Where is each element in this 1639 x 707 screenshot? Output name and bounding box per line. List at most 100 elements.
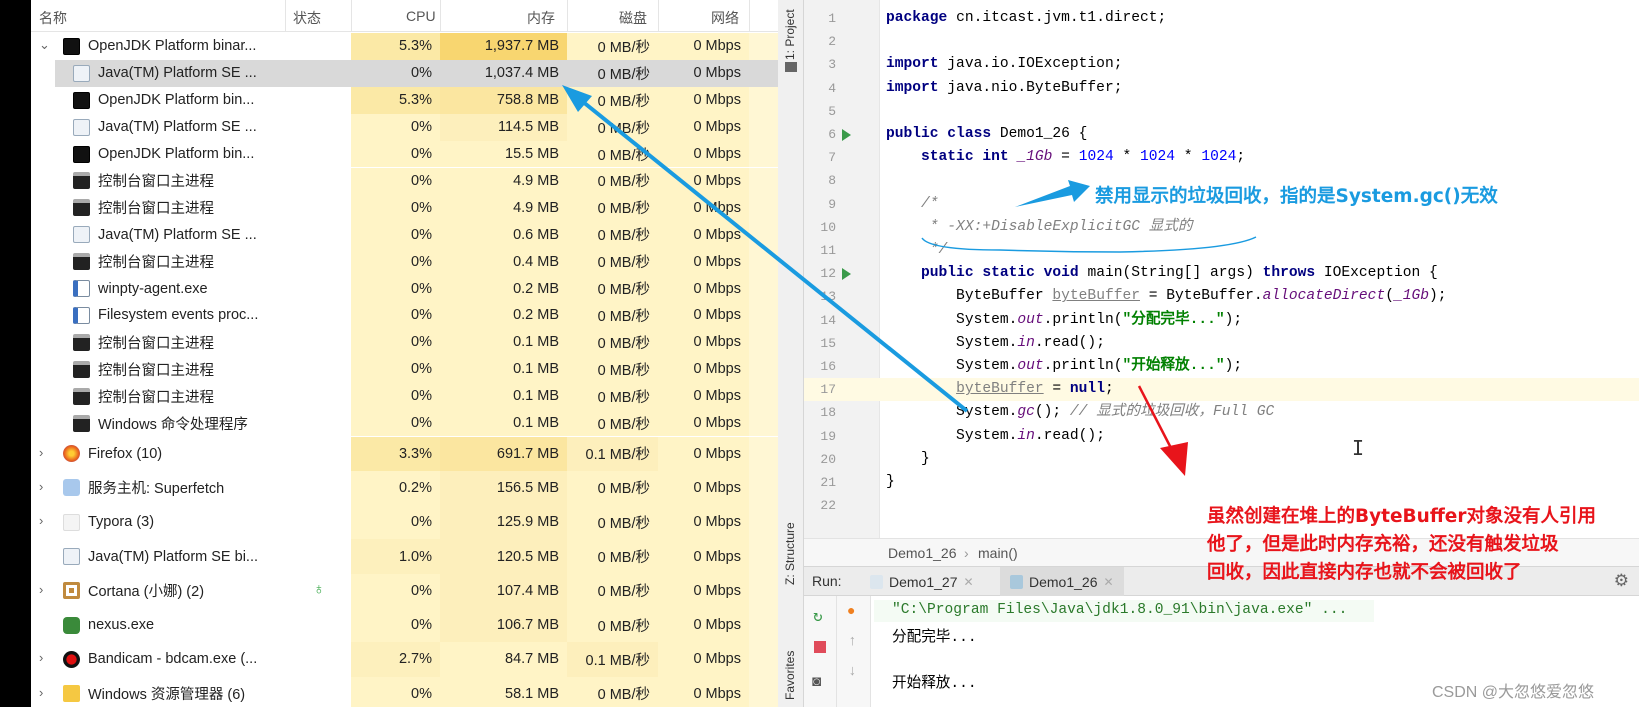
header-memory[interactable]: 内存 bbox=[527, 8, 555, 28]
chevron-right-icon[interactable]: › bbox=[39, 445, 43, 460]
header-network[interactable]: 网络 bbox=[711, 8, 739, 28]
code-line[interactable]: 19 System.in.read(); bbox=[804, 425, 1639, 448]
code-line[interactable]: 2 bbox=[804, 30, 1639, 53]
code-line[interactable]: 12 public static void main(String[] args… bbox=[804, 262, 1639, 285]
network-cell: 0 Mbps bbox=[693, 280, 741, 297]
line-number: 8 bbox=[828, 173, 836, 189]
code-line[interactable]: 7 static int _1Gb = 1024 * 1024 * 1024; bbox=[804, 146, 1639, 169]
code-line[interactable]: 18 System.gc(); // 显式的垃圾回收，Full GC bbox=[804, 401, 1639, 424]
code-line[interactable]: 13 ByteBuffer byteBuffer = ByteBuffer.al… bbox=[804, 285, 1639, 308]
code-line[interactable]: 21} bbox=[804, 471, 1639, 494]
process-row[interactable]: › Cortana (小娜) (2) ♁ 0% 107.4 MB 0 MB/秒 0 M… bbox=[31, 573, 778, 608]
process-row[interactable]: Java(TM) Platform SE bi... 1.0% 120.5 MB … bbox=[31, 539, 778, 574]
process-row[interactable]: 控制台窗口主进程 0% 0.1 MB 0 MB/秒 0 Mbps bbox=[31, 328, 778, 356]
chevron-right-icon[interactable]: › bbox=[39, 513, 43, 528]
favorites-tool-button[interactable]: Favorites bbox=[783, 651, 797, 700]
project-tool-button[interactable]: 1: Project bbox=[783, 9, 797, 60]
disk-cell: 0.1 MB/秒 bbox=[585, 652, 650, 669]
memory-cell: 125.9 MB bbox=[496, 514, 559, 531]
debug-icon[interactable]: ● bbox=[847, 604, 855, 620]
process-row[interactable]: winpty-agent.exe 0% 0.2 MB 0 MB/秒 0 Mbps bbox=[31, 275, 778, 302]
process-name: Windows 资源管理器 (6) bbox=[88, 687, 246, 704]
process-row[interactable]: OpenJDK Platform bin... 0% 15.5 MB 0 MB/秒… bbox=[31, 140, 778, 168]
cpu-cell: 0% bbox=[411, 65, 432, 82]
process-row[interactable]: › Typora (3) 0% 125.9 MB 0 MB/秒 0 Mbps bbox=[31, 505, 778, 540]
process-row[interactable]: OpenJDK Platform bin... 5.3% 758.8 MB 0 M… bbox=[31, 86, 778, 114]
run-gutter-icon[interactable] bbox=[842, 268, 851, 281]
disk-cell: 0 MB/秒 bbox=[597, 389, 650, 406]
code-line[interactable]: 16 System.out.println("开始释放..."); bbox=[804, 355, 1639, 378]
close-icon[interactable]: ✕ bbox=[1104, 575, 1114, 589]
code-token: "分配完毕..." bbox=[1122, 311, 1225, 328]
code-line[interactable]: 11 */ bbox=[804, 239, 1639, 262]
code-token: in bbox=[1017, 427, 1035, 444]
process-row[interactable]: nexus.exe 0% 106.7 MB 0 MB/秒 0 Mbps bbox=[31, 608, 778, 643]
process-name: OpenJDK Platform binar... bbox=[88, 38, 257, 55]
code-line[interactable]: 17 byteBuffer = null; bbox=[804, 378, 1639, 402]
process-row[interactable]: 控制台窗口主进程 0% 0.4 MB 0 MB/秒 0 Mbps bbox=[31, 248, 778, 276]
process-row[interactable]: Filesystem events proc... 0% 0.2 MB 0 MB/… bbox=[31, 302, 778, 329]
up-arrow-icon[interactable]: ↑ bbox=[848, 634, 857, 650]
code-line[interactable]: 10 * -XX:+DisableExplicitGC 显式的 bbox=[804, 216, 1639, 239]
process-row[interactable]: Java(TM) Platform SE ... 0% 1,037.4 MB 0 … bbox=[31, 59, 778, 87]
header-name[interactable]: 名称 bbox=[39, 8, 67, 28]
cpu-cell: 0% bbox=[411, 361, 432, 378]
header-disk[interactable]: 磁盘 bbox=[619, 8, 647, 28]
process-row[interactable]: 控制台窗口主进程 0% 0.1 MB 0 MB/秒 0 Mbps bbox=[31, 355, 778, 383]
process-row[interactable]: › Bandicam - bdcam.exe (... 2.7% 84.7 MB 0… bbox=[31, 642, 778, 677]
memory-cell: 0.1 MB bbox=[513, 388, 559, 405]
run-tab-demo1-26[interactable]: Demo1_26 ✕ bbox=[1000, 567, 1124, 596]
code-line[interactable]: 3 import java.io.IOException; bbox=[804, 53, 1639, 76]
memory-cell: 4.9 MB bbox=[513, 199, 559, 216]
memory-cell: 58.1 MB bbox=[505, 685, 559, 702]
breadcrumb-class[interactable]: Demo1_26 bbox=[888, 545, 957, 561]
leaf-icon: ♁ bbox=[313, 580, 325, 598]
run-tab-demo1-27[interactable]: Demo1_27 ✕ bbox=[860, 567, 984, 596]
code-token: System. bbox=[886, 404, 1018, 421]
code-line[interactable]: 14 System.out.println("分配完毕..."); bbox=[804, 309, 1639, 332]
process-row[interactable]: Java(TM) Platform SE ... 0% 0.6 MB 0 MB/秒… bbox=[31, 221, 778, 249]
process-name: Java(TM) Platform SE ... bbox=[98, 119, 257, 136]
process-row[interactable]: 控制台窗口主进程 0% 4.9 MB 0 MB/秒 0 Mbps bbox=[31, 194, 778, 222]
chevron-right-icon[interactable]: › bbox=[39, 582, 43, 597]
gear-icon[interactable]: ⚙ bbox=[1614, 571, 1629, 591]
stop-icon[interactable] bbox=[814, 641, 826, 653]
code-line[interactable]: 4 import java.nio.ByteBuffer; bbox=[804, 77, 1639, 100]
code-line[interactable]: 5 bbox=[804, 100, 1639, 123]
line-number: 17 bbox=[820, 382, 836, 398]
process-row[interactable]: Java(TM) Platform SE ... 0% 114.5 MB 0 MB… bbox=[31, 113, 778, 141]
rerun-icon[interactable]: ↻ bbox=[813, 606, 823, 626]
code-line[interactable]: 1 package cn.itcast.jvm.t1.direct; bbox=[804, 7, 1639, 30]
cpu-cell: 0% bbox=[411, 685, 432, 702]
cpu-cell: 0% bbox=[411, 119, 432, 136]
structure-tool-button[interactable]: Z: Structure bbox=[783, 522, 797, 585]
process-row[interactable]: 控制台窗口主进程 0% 4.9 MB 0 MB/秒 0 Mbps bbox=[31, 167, 778, 195]
process-row[interactable]: › 服务主机: Superfetch 0.2% 156.5 MB 0 MB/秒 0 … bbox=[31, 470, 778, 506]
chevron-right-icon[interactable]: › bbox=[39, 650, 43, 665]
code-token: * -XX:+DisableExplicitGC 显式的 bbox=[886, 218, 1193, 235]
breadcrumb-method[interactable]: main() bbox=[978, 545, 1018, 561]
header-status[interactable]: 状态 bbox=[293, 8, 321, 28]
process-row[interactable]: 控制台窗口主进程 0% 0.1 MB 0 MB/秒 0 Mbps bbox=[31, 382, 778, 410]
code-token: cn.itcast.jvm.t1.direct; bbox=[947, 10, 1167, 26]
code-line[interactable]: 6 public class Demo1_26 { bbox=[804, 123, 1639, 146]
bandicam-icon bbox=[63, 650, 80, 668]
column-headers: 名称 状态 CPU 内存 磁盘 网络 bbox=[31, 0, 778, 32]
process-row[interactable]: ⌄ OpenJDK Platform binar... 5.3% 1,937.7 M… bbox=[31, 33, 778, 60]
process-row[interactable]: › Firefox (10) 3.3% 691.7 MB 0.1 MB/秒 0 Mb… bbox=[31, 436, 778, 471]
code-editor[interactable]: 1 package cn.itcast.jvm.t1.direct; 2 3 impor… bbox=[804, 0, 1639, 538]
network-cell: 0 Mbps bbox=[693, 445, 741, 462]
run-gutter-icon[interactable] bbox=[842, 129, 851, 141]
code-line[interactable]: 15 System.in.read(); bbox=[804, 332, 1639, 355]
chevron-right-icon[interactable]: › bbox=[39, 479, 43, 494]
process-row[interactable]: › Windows 资源管理器 (6) 0% 58.1 MB 0 MB/秒 0 Mb… bbox=[31, 676, 778, 707]
close-icon[interactable]: ✕ bbox=[964, 575, 974, 589]
code-line[interactable]: 20 } bbox=[804, 448, 1639, 471]
console-line: 开始释放... bbox=[892, 676, 977, 692]
process-row[interactable]: Windows 命令处理程序 0% 0.1 MB 0 MB/秒 0 Mbps bbox=[31, 409, 778, 437]
header-cpu[interactable]: CPU bbox=[406, 8, 436, 24]
chevron-down-icon[interactable]: ⌄ bbox=[39, 37, 50, 53]
camera-icon[interactable]: ◙ bbox=[812, 674, 821, 691]
chevron-right-icon[interactable]: › bbox=[39, 685, 43, 700]
down-arrow-icon[interactable]: ↓ bbox=[848, 664, 857, 680]
